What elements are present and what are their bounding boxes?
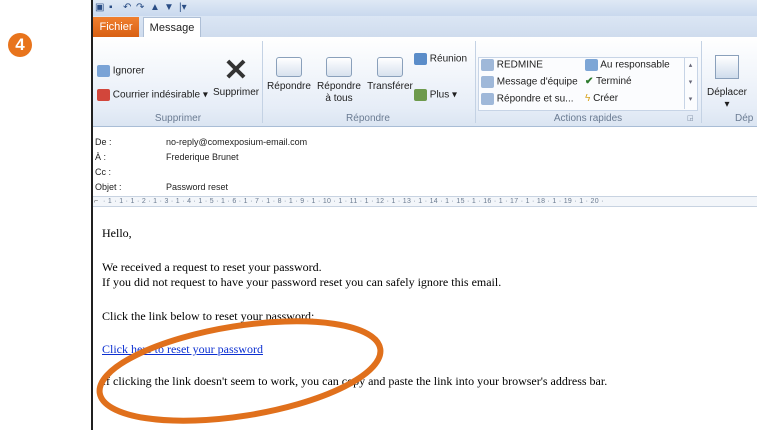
chevron-down-icon: ▾ (724, 99, 730, 110)
from-label: De : (95, 137, 112, 147)
quick-step-to-manager[interactable]: Au responsable (585, 59, 670, 72)
quick-step-team-message[interactable]: Message d'équipe (481, 76, 578, 89)
ignore-icon (97, 65, 110, 77)
lightning-icon: ϟ (585, 93, 591, 104)
title-bar: ▣ ▪ ↶ ↷ ▲ ▼ |▾ (93, 0, 757, 16)
reply-all-button[interactable]: Répondre à tous (314, 57, 364, 105)
group-label-quick-steps: Actions rapides (553, 113, 623, 124)
chevron-down-icon: ▾ (202, 89, 208, 101)
body-line: If clicking the link doesn't seem to wor… (102, 374, 608, 388)
tab-file[interactable]: Fichier (93, 17, 139, 37)
quick-step-reply-delete[interactable]: Répondre et su... (481, 93, 574, 106)
to-manager-icon (585, 59, 598, 71)
quick-step-icon (481, 59, 494, 71)
more-icon (414, 89, 427, 101)
junk-mail-button[interactable]: Courrier indésirable ▾ (97, 89, 208, 102)
quick-step-redmine[interactable]: REDMINE (481, 59, 543, 72)
reply-all-icon (326, 57, 352, 77)
checkmark-icon: ✔ (585, 76, 594, 87)
save-icon[interactable]: ▪ (109, 2, 113, 14)
from-value[interactable]: no-reply@comexposium-email.com (166, 137, 307, 147)
outlook-message-window: ▣ ▪ ↶ ↷ ▲ ▼ |▾ Fichier Message Ignorer C… (91, 0, 757, 430)
reply-button[interactable]: Répondre (264, 57, 314, 93)
quick-step-create[interactable]: ϟ Créer (585, 93, 618, 105)
redo-icon[interactable]: ↷ (136, 2, 144, 14)
body-greeting: Hello, (102, 226, 132, 240)
customize-icon[interactable]: |▾ (179, 2, 187, 14)
body-line: Click the link below to reset your passw… (102, 309, 315, 323)
junk-icon (97, 89, 110, 101)
forward-icon (377, 57, 403, 77)
step-number-badge: 4 (8, 33, 32, 57)
outlook-icon: ▣ (95, 2, 105, 13)
to-label: À : (95, 152, 107, 162)
quick-step-done[interactable]: ✔ Terminé (585, 76, 632, 88)
tab-stop-icon[interactable]: ⌐ (94, 197, 98, 206)
ruler-ticks: · 1 · 1 · 1 · 2 · 1 · 3 · 1 · 4 · 1 · 5 … (103, 198, 604, 205)
reply-icon (276, 57, 302, 77)
body-line: If you did not request to have your pass… (102, 275, 502, 289)
undo-icon[interactable]: ↶ (123, 2, 131, 14)
group-label-delete: Supprimer (154, 113, 202, 124)
reply-delete-icon (481, 93, 494, 105)
message-header-fields: De : no-reply@comexposium-email.com À : … (93, 127, 757, 197)
separator (262, 41, 263, 123)
group-label-respond: Répondre (346, 113, 390, 124)
more-button[interactable]: Plus ▾ (414, 89, 457, 102)
group-label-move: Dép (735, 113, 754, 124)
ruler: ⌐ · 1 · 1 · 1 · 2 · 1 · 3 · 1 · 4 · 1 · … (93, 196, 757, 207)
move-button[interactable]: Déplacer ▾ (705, 55, 749, 111)
team-message-icon (481, 76, 494, 88)
calendar-icon (414, 53, 427, 65)
to-value[interactable]: Frederique Brunet (166, 152, 239, 162)
delete-button[interactable]: ✕ Supprimer (213, 55, 259, 99)
ribbon: Ignorer Courrier indésirable ▾ ✕ Supprim… (93, 37, 757, 127)
reset-password-link[interactable]: Click here to reset your password (102, 342, 263, 356)
up-arrow-icon[interactable]: ▲ (150, 2, 160, 14)
body-line: We received a request to reset your pass… (102, 260, 322, 274)
meeting-button[interactable]: Réunion (414, 53, 467, 66)
ignore-button[interactable]: Ignorer (97, 65, 144, 78)
dialog-launcher-icon[interactable]: ◲ (687, 113, 694, 125)
move-icon (715, 55, 739, 79)
tab-message[interactable]: Message (143, 17, 201, 37)
cc-label: Cc : (95, 167, 112, 177)
subject-value: Password reset (166, 182, 229, 192)
down-arrow-icon[interactable]: ▼ (164, 2, 174, 14)
separator (475, 41, 476, 123)
separator (701, 41, 702, 123)
forward-button[interactable]: Transférer (365, 57, 415, 93)
subject-label: Objet : (95, 182, 122, 192)
chevron-down-icon: ▾ (452, 89, 458, 101)
gallery-scroll[interactable]: ▴ ▾ ▾ (684, 57, 696, 109)
delete-x-icon: ✕ (223, 54, 249, 87)
